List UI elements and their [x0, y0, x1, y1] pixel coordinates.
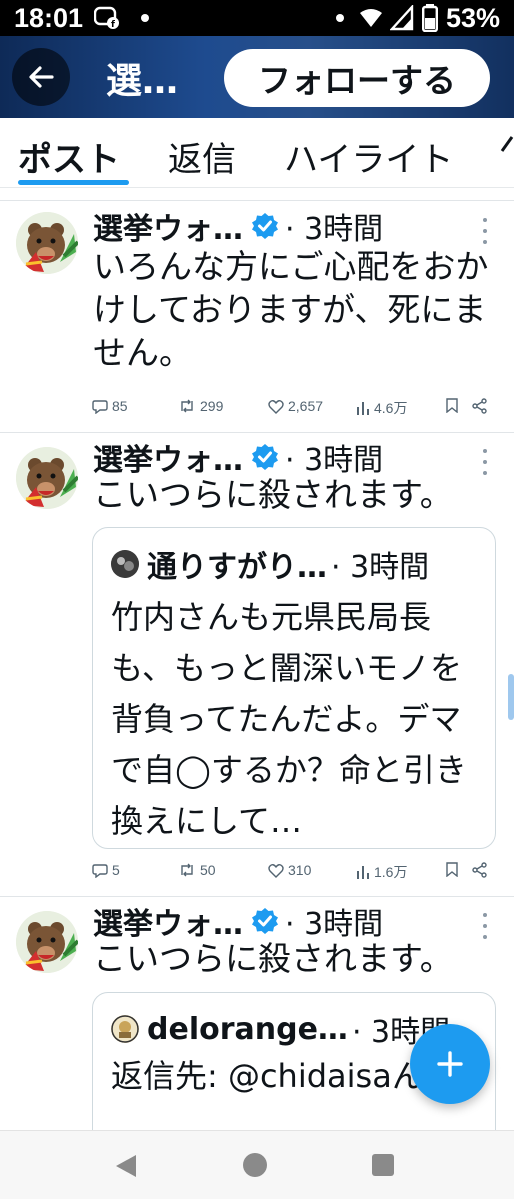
heart-icon	[268, 399, 284, 414]
bar-chart-icon	[357, 402, 369, 415]
verified-badge-icon	[252, 444, 278, 470]
quoted-post-header: delorange… · 3時間	[111, 1007, 450, 1051]
repost-count: 299	[200, 398, 224, 414]
profile-header: 選… フォローする	[0, 36, 514, 118]
post-header: 選挙ウォ… · 3時間	[93, 204, 383, 248]
scrollbar-thumb[interactable]	[508, 674, 514, 720]
like-button[interactable]: 2,657	[268, 398, 323, 414]
quoted-author-name: 通りすがり…	[147, 550, 327, 585]
tab-highlights[interactable]: ハイライト	[284, 132, 453, 181]
post[interactable]: 選挙ウォ… · 3時間 こいつらに殺されます。 通りすがり… · 3時間 竹内さ…	[0, 433, 514, 896]
tab-posts[interactable]: ポスト	[18, 132, 120, 181]
reply-bubble-icon	[92, 400, 108, 414]
wifi-icon	[359, 9, 382, 27]
bookmark-icon	[446, 862, 458, 877]
post-text: いろんな方にご心配をおかけしておりますが、死にません。	[93, 247, 489, 372]
signal-icon	[389, 5, 414, 31]
reply-count: 5	[112, 862, 120, 878]
nav-recents-icon[interactable]	[372, 1154, 394, 1176]
more-vertical-icon[interactable]	[478, 449, 492, 475]
battery-icon	[421, 4, 438, 32]
more-vertical-icon[interactable]	[478, 913, 492, 939]
bar-chart-icon	[357, 866, 369, 879]
avatar[interactable]	[16, 447, 78, 509]
quoted-post[interactable]: 通りすがり… · 3時間 竹内さんも元県民局長も、もっと闇深いモノを背負ってたん…	[92, 527, 496, 849]
verified-badge-icon	[252, 908, 278, 934]
status-bar: 18:01 f 53%	[0, 0, 514, 36]
share-icon	[472, 862, 487, 878]
post-actions: 5 50 310 1.6万	[92, 862, 502, 886]
post-time: · 3時間	[285, 212, 384, 247]
profile-tabs: ポスト 返信 ハイライト	[0, 118, 514, 188]
views-button[interactable]: 4.6万	[356, 398, 407, 418]
nav-back-icon[interactable]	[114, 1153, 138, 1179]
share-icon	[472, 398, 487, 414]
avatar	[111, 550, 139, 578]
notification-dot-icon	[335, 14, 344, 22]
verified-badge-icon	[252, 213, 278, 239]
post-actions: 85 299 2,657 4.6万	[92, 398, 502, 422]
back-button[interactable]	[12, 48, 70, 106]
more-vertical-icon[interactable]	[478, 218, 492, 244]
quoted-post-header: 通りすがり… · 3時間	[111, 542, 429, 586]
like-count: 2,657	[288, 398, 324, 414]
repost-icon	[181, 863, 193, 877]
bookmark-button[interactable]	[446, 398, 458, 413]
quoted-post-text: 竹内さんも元県民局長も、もっと闇深いモノを背負ってたんだよ。デマで自◯するか？命…	[111, 598, 467, 840]
repost-button[interactable]: 299	[178, 398, 223, 414]
post-text: こいつらに殺されます。	[93, 939, 453, 978]
post[interactable]: 選挙ウォ… · 3時間 いろんな方にご心配をおかけしておりますが、死にません。 …	[0, 202, 514, 432]
quoted-post-time: · 3時間	[331, 550, 430, 585]
header-title: 選…	[106, 61, 179, 102]
like-button[interactable]: 310	[268, 862, 311, 878]
avatar[interactable]	[16, 911, 78, 973]
reply-button[interactable]: 5	[92, 862, 120, 878]
like-count: 310	[288, 862, 312, 878]
quoted-author-name: delorange…	[147, 1011, 348, 1047]
status-time: 18:01	[14, 2, 84, 33]
share-button[interactable]	[472, 862, 488, 878]
share-button[interactable]	[472, 398, 488, 414]
author-name[interactable]: 選挙ウォ…	[93, 204, 243, 248]
bookmark-icon	[446, 398, 458, 413]
reply-button[interactable]: 85	[92, 398, 128, 414]
notification-dot-icon	[141, 14, 150, 22]
system-nav-bar	[0, 1130, 514, 1199]
bookmark-button[interactable]	[446, 862, 458, 877]
plus-icon	[437, 1051, 463, 1077]
compose-button[interactable]	[410, 1024, 490, 1104]
reply-bubble-icon	[92, 864, 108, 878]
tab-replies[interactable]: 返信	[168, 132, 236, 181]
repost-count: 50	[200, 862, 216, 878]
active-tab-indicator	[18, 180, 129, 185]
nav-home-icon[interactable]	[243, 1153, 267, 1177]
battery-percent: 53%	[445, 2, 500, 33]
views-count: 1.6万	[374, 864, 408, 880]
views-count: 4.6万	[374, 400, 408, 416]
views-button[interactable]: 1.6万	[356, 862, 407, 882]
avatar	[111, 1015, 139, 1043]
arrow-left-icon	[29, 66, 54, 88]
follow-button[interactable]: フォローする	[224, 49, 490, 107]
repost-button[interactable]: 50	[178, 862, 216, 878]
messenger-icon: f	[93, 5, 121, 31]
reply-count: 85	[112, 398, 128, 414]
post-text: こいつらに殺されます。	[93, 475, 453, 514]
tab-next-partial[interactable]	[500, 132, 514, 172]
svg-text:f: f	[111, 20, 115, 30]
divider	[0, 200, 514, 201]
repost-icon	[181, 399, 193, 413]
avatar[interactable]	[16, 212, 78, 274]
heart-icon	[268, 863, 284, 878]
